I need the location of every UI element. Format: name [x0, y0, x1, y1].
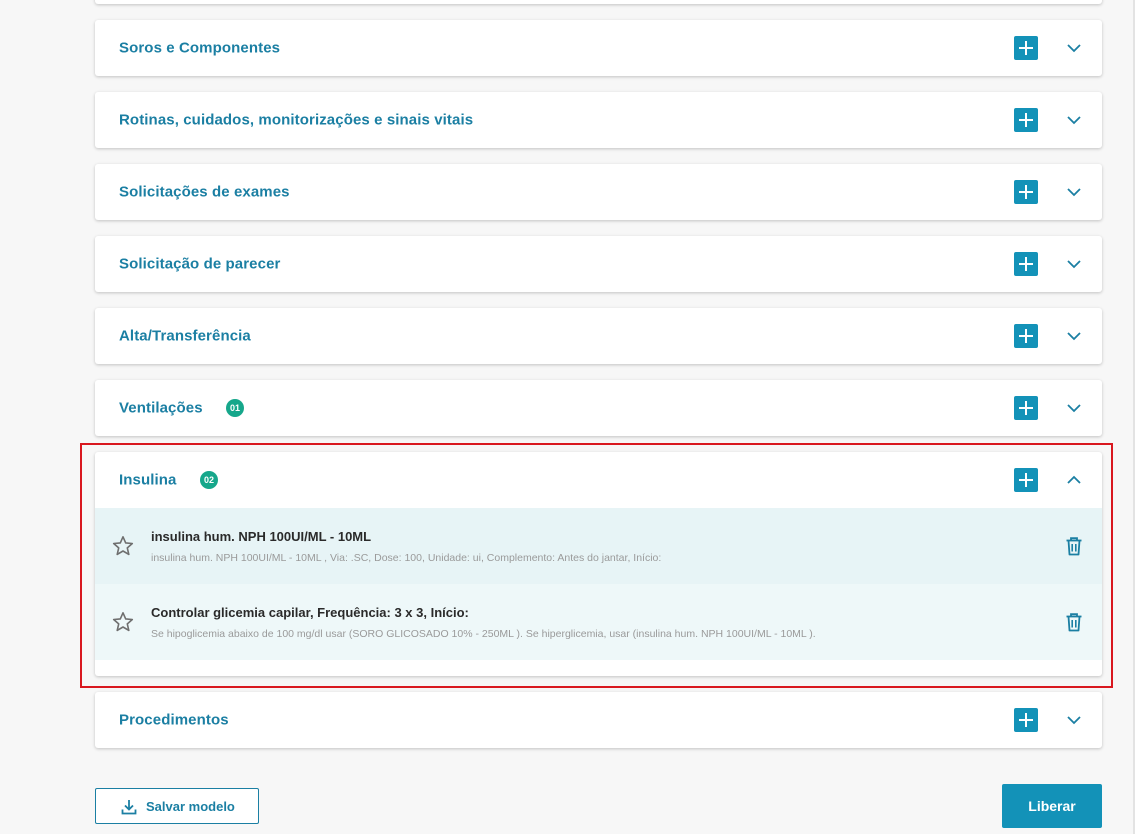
add-alta-button[interactable] — [1014, 324, 1038, 348]
section-header-soros[interactable]: Soros e Componentes — [95, 20, 1102, 76]
add-parecer-button[interactable] — [1014, 252, 1038, 276]
section-title: Alta/Transferência — [119, 327, 251, 345]
add-procedimentos-button[interactable] — [1014, 708, 1038, 732]
insulina-item-list: insulina hum. NPH 100UI/ML - 10ML insuli… — [95, 508, 1102, 660]
section-title: Insulina — [119, 471, 177, 489]
chevron-down-icon[interactable] — [1066, 328, 1082, 344]
add-insulina-button[interactable] — [1014, 468, 1038, 492]
add-rotinas-button[interactable] — [1014, 108, 1038, 132]
item-title: insulina hum. NPH 100UI/ML - 10ML — [151, 529, 372, 544]
release-button[interactable]: Liberar — [1002, 784, 1102, 828]
section-title: Solicitação de parecer — [119, 255, 281, 273]
section-title: Solicitações de exames — [119, 183, 290, 201]
chevron-down-icon[interactable] — [1066, 184, 1082, 200]
section-card-ventilacoes: Ventilações 01 — [95, 380, 1102, 436]
section-header-rotinas[interactable]: Rotinas, cuidados, monitorizações e sina… — [95, 92, 1102, 148]
chevron-down-icon[interactable] — [1066, 40, 1082, 56]
section-header-parecer[interactable]: Solicitação de parecer — [95, 236, 1102, 292]
download-icon — [120, 798, 138, 816]
item-detail: insulina hum. NPH 100UI/ML - 10ML , Via:… — [151, 552, 662, 564]
section-header-alta[interactable]: Alta/Transferência — [95, 308, 1102, 364]
section-header-exames[interactable]: Solicitações de exames — [95, 164, 1102, 220]
section-card-insulina: Insulina 02 insulina hum. NPH 100UI/ML -… — [95, 452, 1102, 676]
list-item[interactable]: insulina hum. NPH 100UI/ML - 10ML insuli… — [95, 508, 1102, 584]
add-exames-button[interactable] — [1014, 180, 1038, 204]
chevron-down-icon[interactable] — [1066, 112, 1082, 128]
item-detail: Se hipoglicemia abaixo de 100 mg/dl usar… — [151, 628, 816, 640]
chevron-down-icon[interactable] — [1066, 256, 1082, 272]
section-card-parecer: Solicitação de parecer — [95, 236, 1102, 292]
item-title: Controlar glicemia capilar, Frequência: … — [151, 605, 469, 620]
trash-icon[interactable] — [1063, 535, 1085, 557]
chevron-down-icon[interactable] — [1066, 400, 1082, 416]
star-icon[interactable] — [111, 534, 135, 558]
section-title: Ventilações — [119, 399, 203, 417]
chevron-down-icon[interactable] — [1066, 712, 1082, 728]
star-icon[interactable] — [111, 610, 135, 634]
add-soros-button[interactable] — [1014, 36, 1038, 60]
section-title: Rotinas, cuidados, monitorizações e sina… — [119, 111, 474, 129]
section-card-soros: Soros e Componentes — [95, 20, 1102, 76]
section-title: Soros e Componentes — [119, 39, 281, 57]
previous-card-fragment — [95, 0, 1102, 4]
list-item[interactable]: Controlar glicemia capilar, Frequência: … — [95, 584, 1102, 660]
section-title: Procedimentos — [119, 711, 229, 729]
section-header-insulina[interactable]: Insulina 02 — [95, 452, 1102, 508]
chevron-up-icon[interactable] — [1066, 472, 1082, 488]
section-card-procedimentos: Procedimentos — [95, 692, 1102, 748]
section-card-exames: Solicitações de exames — [95, 164, 1102, 220]
section-header-procedimentos[interactable]: Procedimentos — [95, 692, 1102, 748]
add-ventilacoes-button[interactable] — [1014, 396, 1038, 420]
section-header-ventilacoes[interactable]: Ventilações 01 — [95, 380, 1102, 436]
section-card-alta: Alta/Transferência — [95, 308, 1102, 364]
section-card-rotinas: Rotinas, cuidados, monitorizações e sina… — [95, 92, 1102, 148]
trash-icon[interactable] — [1063, 611, 1085, 633]
save-model-button[interactable]: Salvar modelo — [95, 788, 259, 824]
count-badge: 01 — [226, 399, 244, 417]
save-model-label: Salvar modelo — [146, 799, 235, 814]
count-badge: 02 — [200, 471, 218, 489]
